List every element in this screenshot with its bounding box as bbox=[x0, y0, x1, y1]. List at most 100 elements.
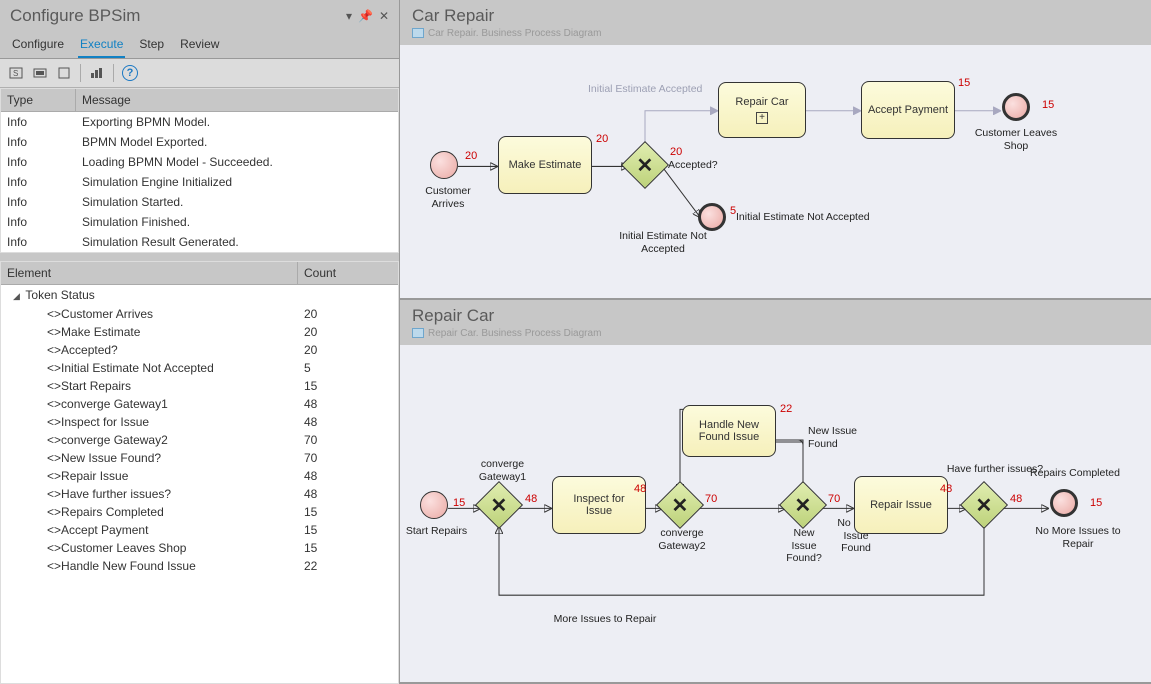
message-row[interactable]: InfoSimulation Result Generated. bbox=[1, 232, 398, 252]
lbl-customer-arrives: Customer Arrives bbox=[408, 185, 488, 210]
diag2-canvas[interactable]: Start Repairs 15 ✕ converge Gateway1 48 … bbox=[400, 345, 1151, 682]
element-name: <>converge Gateway2 bbox=[1, 431, 298, 449]
tab-configure[interactable]: Configure bbox=[10, 34, 66, 58]
diagram-car-repair: Car Repair Car Repair. Business Process … bbox=[400, 0, 1151, 300]
element-row[interactable]: <>Customer Arrives20 bbox=[1, 305, 398, 323]
element-count: 15 bbox=[298, 521, 398, 539]
end-event-init-not-accepted[interactable] bbox=[698, 203, 726, 231]
element-name: <>Accept Payment bbox=[1, 521, 298, 539]
element-row[interactable]: <>Start Repairs15 bbox=[1, 377, 398, 395]
cnt-22: 22 bbox=[780, 403, 792, 415]
message-row[interactable]: InfoSimulation Started. bbox=[1, 192, 398, 212]
cnt-70a: 70 bbox=[705, 493, 717, 505]
cnt-15a: 15 bbox=[958, 77, 970, 89]
element-name: <>Start Repairs bbox=[1, 377, 298, 395]
element-table: Element Count Token Status <>Customer Ar… bbox=[0, 261, 399, 684]
start-event-customer-arrives[interactable] bbox=[430, 151, 458, 179]
pin-icon[interactable]: 📌 bbox=[358, 9, 373, 23]
col-type[interactable]: Type bbox=[1, 89, 76, 111]
diag1-canvas[interactable]: Customer Arrives 20 Make Estimate 20 ✕ 2… bbox=[400, 45, 1151, 298]
message-table: Type Message InfoExporting BPMN Model.In… bbox=[0, 88, 399, 253]
gateway-further[interactable]: ✕ bbox=[960, 481, 1008, 529]
element-count: 20 bbox=[298, 341, 398, 359]
message-row[interactable]: InfoBPMN Model Exported. bbox=[1, 132, 398, 152]
lbl-no-more: No More Issues to Repair bbox=[1028, 525, 1128, 550]
diag1-subtitle-text: Car Repair. Business Process Diagram bbox=[428, 28, 601, 39]
diagram-icon bbox=[412, 28, 424, 38]
element-name: <>Repairs Completed bbox=[1, 503, 298, 521]
message-type: Info bbox=[1, 192, 76, 212]
tab-step[interactable]: Step bbox=[137, 34, 166, 58]
task-repair-issue[interactable]: Repair Issue bbox=[854, 476, 948, 534]
element-row[interactable]: <>Initial Estimate Not Accepted5 bbox=[1, 359, 398, 377]
tab-execute[interactable]: Execute bbox=[78, 34, 125, 58]
close-icon[interactable]: ✕ bbox=[379, 9, 389, 23]
element-count: 22 bbox=[298, 557, 398, 575]
task-inspect-label: Inspect for Issue bbox=[573, 493, 624, 517]
toolbar-btn-1[interactable]: S bbox=[6, 63, 26, 83]
task-accept-payment[interactable]: Accept Payment bbox=[861, 81, 955, 139]
message-text: BPMN Model Exported. bbox=[76, 132, 398, 152]
diag1-subtitle: Car Repair. Business Process Diagram bbox=[400, 28, 1151, 45]
element-row[interactable]: <>Handle New Found Issue22 bbox=[1, 557, 398, 575]
element-count: 5 bbox=[298, 359, 398, 377]
element-row[interactable]: <>converge Gateway270 bbox=[1, 431, 398, 449]
toolbar-btn-charts[interactable] bbox=[87, 63, 107, 83]
lbl-new-issue-found: New Issue Found bbox=[808, 425, 868, 450]
gateway-new-issue[interactable]: ✕ bbox=[779, 481, 827, 529]
message-row[interactable]: InfoSimulation Finished. bbox=[1, 212, 398, 232]
toolbar-btn-2[interactable] bbox=[30, 63, 50, 83]
lbl-init-not-accepted: Initial Estimate Not Accepted bbox=[608, 230, 718, 255]
toolbar-btn-3[interactable] bbox=[54, 63, 74, 83]
element-count: 70 bbox=[298, 431, 398, 449]
element-row[interactable]: <>Repairs Completed15 bbox=[1, 503, 398, 521]
subprocess-repair-car[interactable]: Repair Car + bbox=[718, 82, 806, 138]
gateway-converge2[interactable]: ✕ bbox=[656, 481, 704, 529]
svg-text:S: S bbox=[13, 69, 18, 78]
element-count: 70 bbox=[298, 449, 398, 467]
task-handle-label: Handle New Found Issue bbox=[699, 419, 760, 443]
group-token-status[interactable]: Token Status bbox=[1, 285, 398, 305]
gateway-converge1[interactable]: ✕ bbox=[475, 481, 523, 529]
element-name: <>Handle New Found Issue bbox=[1, 557, 298, 575]
toolbar-separator bbox=[80, 64, 81, 82]
expand-icon[interactable]: + bbox=[756, 112, 768, 124]
element-row[interactable]: <>New Issue Found?70 bbox=[1, 449, 398, 467]
col-message[interactable]: Message bbox=[76, 89, 398, 111]
element-row[interactable]: <>Customer Leaves Shop15 bbox=[1, 539, 398, 557]
task-handle-new[interactable]: Handle New Found Issue bbox=[682, 405, 776, 457]
task-inspect[interactable]: Inspect for Issue bbox=[552, 476, 646, 534]
element-row[interactable]: <>converge Gateway148 bbox=[1, 395, 398, 413]
end-event-completed[interactable] bbox=[1050, 489, 1078, 517]
tab-bar: Configure Execute Step Review bbox=[0, 30, 399, 59]
message-row[interactable]: InfoLoading BPMN Model - Succeeded. bbox=[1, 152, 398, 172]
panel-title-text: Configure BPSim bbox=[10, 6, 140, 26]
task-make-estimate[interactable]: Make Estimate bbox=[498, 136, 592, 194]
element-row[interactable]: <>Inspect for Issue48 bbox=[1, 413, 398, 431]
message-text: Simulation Engine Initialized bbox=[76, 172, 398, 192]
message-row[interactable]: InfoExporting BPMN Model. bbox=[1, 112, 398, 132]
start-event-start-repairs[interactable] bbox=[420, 491, 448, 519]
cnt-15: 15 bbox=[453, 497, 465, 509]
toolbar-separator-2 bbox=[113, 64, 114, 82]
element-name: <>converge Gateway1 bbox=[1, 395, 298, 413]
element-row[interactable]: <>Repair Issue48 bbox=[1, 467, 398, 485]
cnt-15b: 15 bbox=[1090, 497, 1102, 509]
element-row[interactable]: <>Accept Payment15 bbox=[1, 521, 398, 539]
element-row[interactable]: <>Make Estimate20 bbox=[1, 323, 398, 341]
cnt-48a: 48 bbox=[525, 493, 537, 505]
end-event-customer-leaves[interactable] bbox=[1002, 93, 1030, 121]
col-count[interactable]: Count bbox=[298, 262, 398, 284]
gateway-accepted[interactable]: ✕ bbox=[621, 141, 669, 189]
message-type: Info bbox=[1, 212, 76, 232]
element-count: 15 bbox=[298, 377, 398, 395]
cnt-70b: 70 bbox=[828, 493, 840, 505]
tab-review[interactable]: Review bbox=[178, 34, 221, 58]
message-row[interactable]: InfoSimulation Engine Initialized bbox=[1, 172, 398, 192]
configure-bpsim-panel: Configure BPSim ▾ 📌 ✕ Configure Execute … bbox=[0, 0, 400, 684]
element-row[interactable]: <>Accepted?20 bbox=[1, 341, 398, 359]
col-element[interactable]: Element bbox=[1, 262, 298, 284]
help-icon[interactable]: ? bbox=[120, 63, 140, 83]
element-row[interactable]: <>Have further issues?48 bbox=[1, 485, 398, 503]
dropdown-icon[interactable]: ▾ bbox=[346, 9, 352, 23]
